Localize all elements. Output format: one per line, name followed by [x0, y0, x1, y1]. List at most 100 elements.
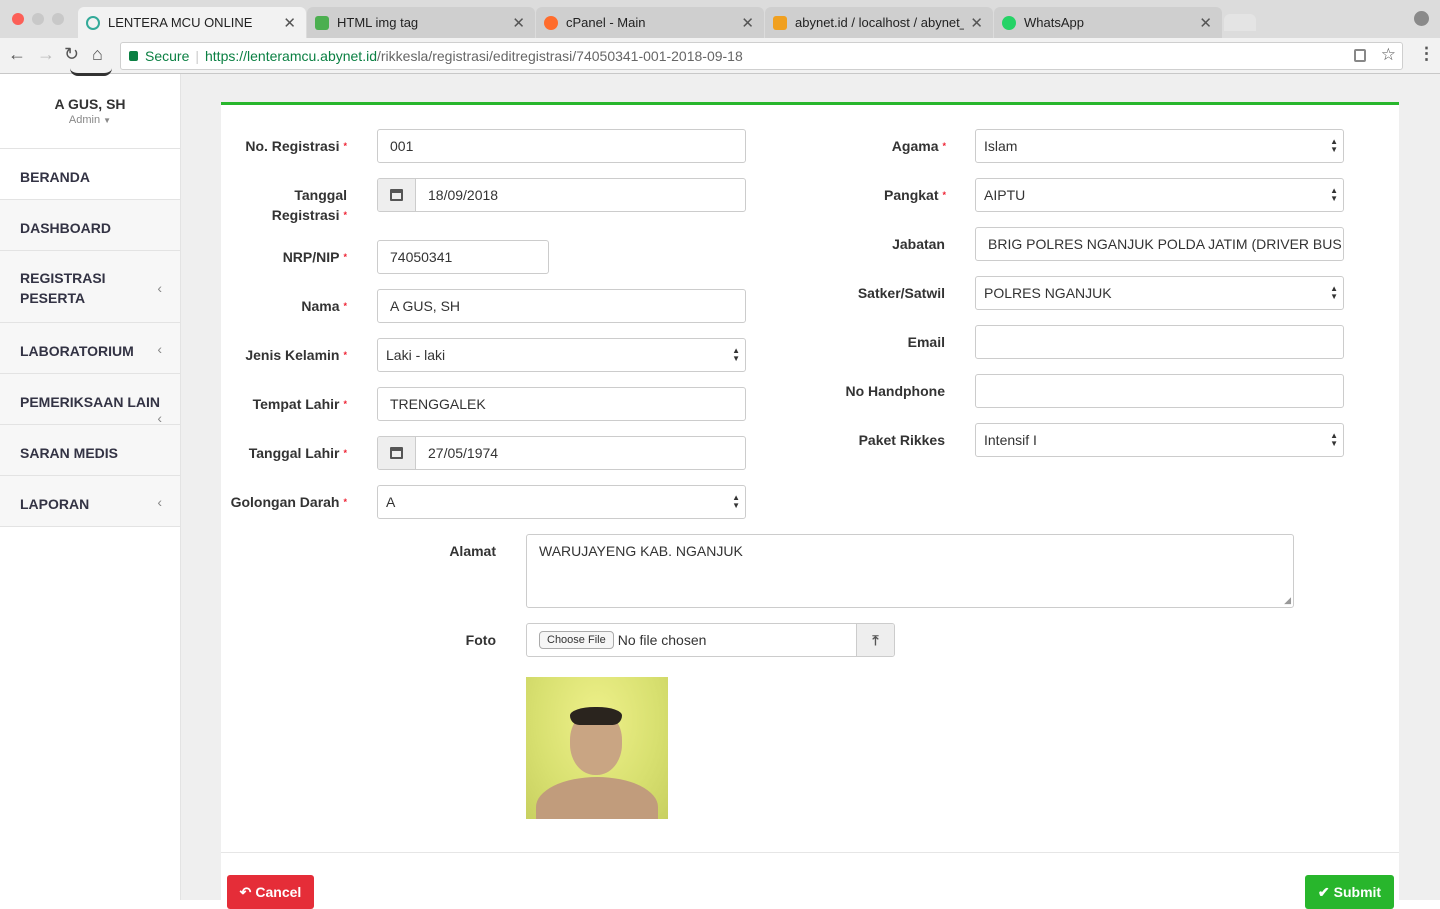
sidebar-item-laboratorium[interactable]: LABORATORIUM ‹	[0, 323, 180, 374]
chevron-left-icon: ‹	[157, 280, 162, 296]
jenis-kelamin-select[interactable]: Laki - laki ▲ ▼	[377, 338, 746, 372]
tab-title: WhatsApp	[1024, 15, 1084, 30]
sidebar-menu: BERANDA DASHBOARD REGISTRASI PESERTA ‹ L…	[0, 148, 180, 527]
user-role-dropdown[interactable]: Admin ▼	[0, 114, 180, 126]
choose-file-button[interactable]: Choose File	[539, 631, 614, 649]
nama-label: Nama *	[301, 298, 347, 314]
agama-select[interactable]: Islam ▲ ▼	[975, 129, 1344, 163]
whatsapp-icon	[1002, 15, 1016, 30]
foto-file-input[interactable]: Choose File No file chosen ⤒	[526, 623, 895, 657]
alamat-textarea[interactable]: WARUJAYENG KAB. NGANJUK ◢	[526, 534, 1294, 608]
golongan-darah-select[interactable]: A ▲ ▼	[377, 485, 746, 519]
sidebar-item-label: REGISTRASI PESERTA	[20, 270, 106, 306]
close-tab-icon[interactable]: ✕	[1199, 14, 1212, 32]
tab-lentera[interactable]: LENTERA MCU ONLINE ✕	[78, 7, 306, 38]
tab-title: LENTERA MCU ONLINE	[108, 15, 253, 30]
sidebar-item-label: SARAN MEDIS	[20, 445, 119, 461]
undo-icon: ↶	[239, 883, 252, 900]
sidebar-item-registrasi-peserta[interactable]: REGISTRASI PESERTA ‹	[0, 251, 180, 323]
foto-label: Foto	[465, 632, 496, 648]
upload-icon[interactable]: ⤒	[856, 624, 894, 656]
w3-icon	[315, 15, 329, 30]
chevron-left-icon: ‹	[157, 494, 162, 510]
nama-input[interactable]: A GUS, SH	[377, 289, 746, 323]
secure-label: Secure	[145, 48, 190, 64]
no-handphone-input[interactable]	[975, 374, 1344, 408]
main-content: No. Registrasi * 001 Tanggal Registrasi * 1…	[181, 74, 1440, 909]
no-registrasi-input[interactable]: 001	[377, 129, 746, 163]
close-tab-icon[interactable]: ✕	[970, 14, 983, 32]
select-arrows-icon: ▲ ▼	[1330, 137, 1338, 154]
maximize-window-button[interactable]	[52, 13, 64, 25]
tab-title: abynet.id / localhost / abynet_l	[795, 15, 965, 30]
paket-rikkes-label: Paket Rikkes	[858, 432, 945, 448]
email-input[interactable]	[975, 325, 1344, 359]
tanggal-lahir-input[interactable]: 27/05/1974	[377, 436, 746, 470]
reload-icon[interactable]: ↻	[64, 44, 79, 65]
golongan-darah-label: Golongan Darah *	[230, 494, 347, 510]
cookie-blocked-icon[interactable]	[1354, 49, 1366, 62]
back-icon[interactable]: ←	[8, 44, 26, 65]
tempat-lahir-input[interactable]: TRENGGALEK	[377, 387, 746, 421]
tab-title: HTML img tag	[337, 15, 419, 30]
nrp-nip-input[interactable]: 74050341	[377, 240, 549, 274]
submit-button[interactable]: ✔ Submit	[1305, 875, 1394, 909]
address-bar[interactable]: Secure | https://lenteramcu.abynet.id /r…	[120, 42, 1403, 70]
bookmark-star-icon[interactable]: ☆	[1381, 45, 1396, 65]
sidebar-item-label: LAPORAN	[20, 496, 90, 512]
close-tab-icon[interactable]: ✕	[283, 14, 296, 32]
avatar	[70, 68, 112, 76]
close-tab-icon[interactable]: ✕	[741, 14, 754, 32]
minimize-window-button[interactable]	[32, 13, 44, 25]
tab-html-img[interactable]: HTML img tag ✕	[307, 7, 535, 38]
sidebar-item-saran-medis[interactable]: SARAN MEDIS	[0, 425, 180, 476]
no-handphone-label: No Handphone	[845, 383, 945, 399]
phpmyadmin-icon	[773, 15, 787, 30]
pangkat-label: Pangkat *	[884, 187, 946, 203]
resize-handle-icon[interactable]: ◢	[1284, 595, 1291, 606]
browser-menu-icon[interactable]: ⋮	[1418, 44, 1435, 64]
sidebar-item-laporan[interactable]: LAPORAN ‹	[0, 476, 180, 527]
home-icon[interactable]: ⌂	[92, 44, 103, 65]
user-name: A GUS, SH	[54, 96, 126, 112]
new-tab-button[interactable]	[1224, 14, 1256, 31]
jabatan-input[interactable]: BRIG POLRES NGANJUK POLDA JATIM (DRIVER …	[975, 227, 1344, 261]
file-status: No file chosen	[617, 632, 707, 648]
tab-whatsapp[interactable]: WhatsApp ✕	[994, 7, 1222, 38]
jenis-kelamin-label: Jenis Kelamin *	[245, 347, 347, 363]
sidebar-item-pemeriksaan-lain[interactable]: PEMERIKSAAN LAIN ‹	[0, 374, 180, 426]
sidebar-item-dashboard[interactable]: DASHBOARD	[0, 200, 180, 251]
chevron-left-icon: ‹	[157, 341, 162, 357]
tempat-lahir-label: Tempat Lahir *	[252, 396, 347, 412]
select-arrows-icon: ▲ ▼	[1330, 186, 1338, 203]
alamat-label: Alamat	[449, 543, 496, 559]
tab-title: cPanel - Main	[566, 15, 646, 30]
close-window-button[interactable]	[12, 13, 24, 25]
select-arrows-icon: ▲ ▼	[732, 493, 740, 510]
calendar-icon	[378, 437, 416, 469]
tanggal-registrasi-input[interactable]: 18/09/2018	[377, 178, 746, 212]
pangkat-select[interactable]: AIPTU ▲ ▼	[975, 178, 1344, 212]
sidebar-item-beranda[interactable]: BERANDA	[0, 149, 180, 200]
tab-phpmyadmin[interactable]: abynet.id / localhost / abynet_l ✕	[765, 7, 993, 38]
url-host: https://lenteramcu.abynet.id	[205, 48, 377, 64]
caret-down-icon: ▼	[103, 116, 112, 125]
nrp-nip-label: NRP/NIP *	[282, 249, 347, 265]
satker-select[interactable]: POLRES NGANJUK ▲ ▼	[975, 276, 1344, 310]
sidebar-item-label: BERANDA	[20, 169, 90, 185]
photo-hair-shape	[570, 707, 622, 725]
close-tab-icon[interactable]: ✕	[512, 14, 525, 32]
check-icon: ✔	[1317, 883, 1330, 900]
select-arrows-icon: ▲ ▼	[1330, 284, 1338, 301]
sidebar-item-label: LABORATORIUM	[20, 343, 134, 359]
paket-rikkes-select[interactable]: Intensif I ▲ ▼	[975, 423, 1344, 457]
browser-toolbar: ← → ↻ ⌂ Secure | https://lenteramcu.abyn…	[0, 38, 1440, 74]
lentera-icon	[86, 15, 100, 30]
patient-photo	[526, 677, 668, 819]
separator: |	[195, 48, 199, 64]
cancel-button[interactable]: ↶ Cancel	[227, 875, 314, 909]
tab-cpanel[interactable]: cPanel - Main ✕	[536, 7, 764, 38]
forward-icon[interactable]: →	[37, 44, 55, 65]
url-path: /rikkesla/registrasi/editregistrasi/7405…	[377, 48, 743, 64]
profile-icon[interactable]	[1414, 11, 1429, 26]
